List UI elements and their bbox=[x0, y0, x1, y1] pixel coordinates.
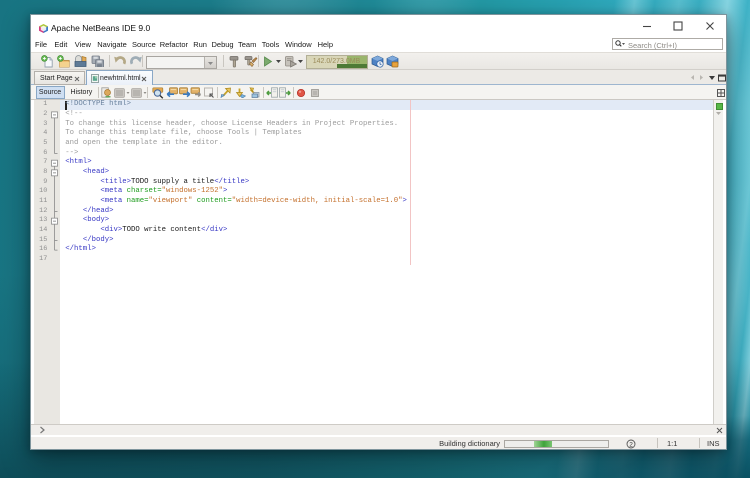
svg-text:2: 2 bbox=[629, 441, 633, 448]
